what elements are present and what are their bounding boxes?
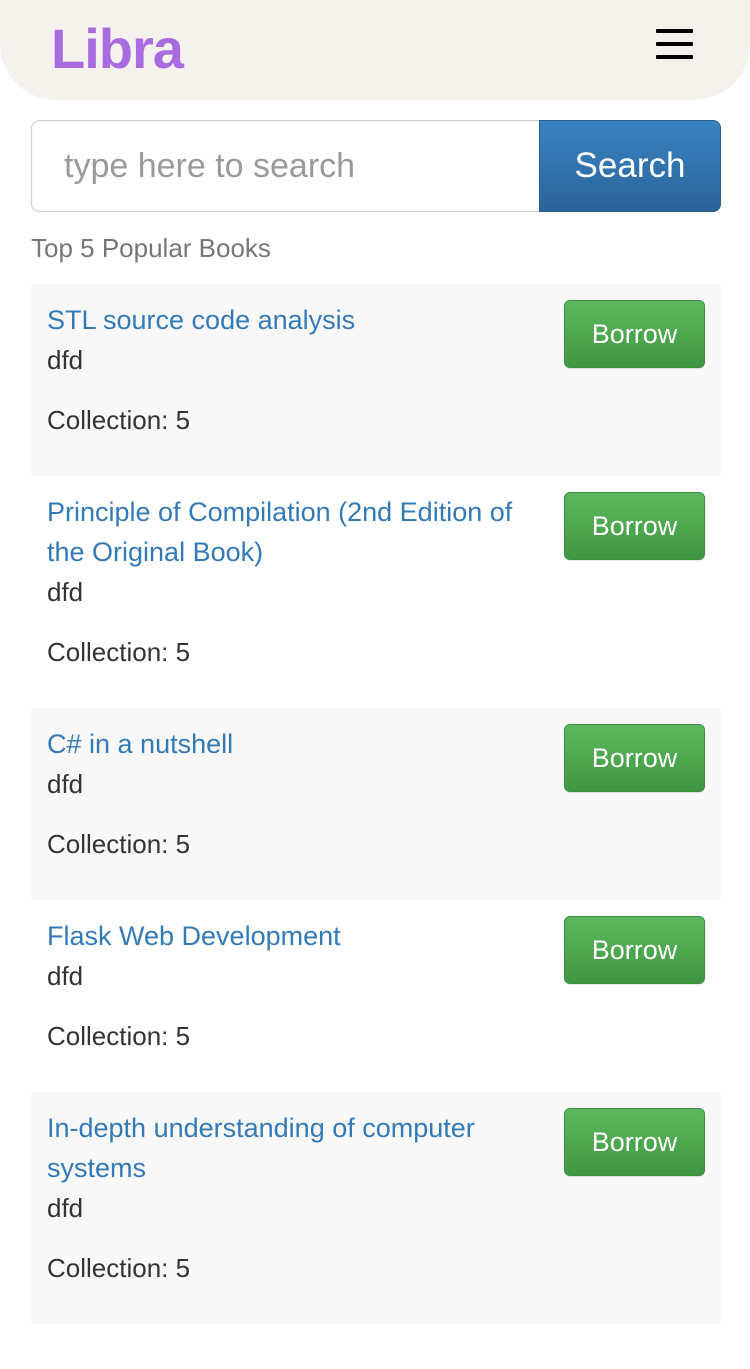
- borrow-button[interactable]: Borrow: [564, 916, 705, 984]
- book-item: Principle of Compilation (2nd Edition of…: [31, 476, 721, 708]
- book-author: dfd: [47, 577, 84, 607]
- book-collection: Collection: 5: [47, 1021, 191, 1051]
- book-item: C# in a nutshell dfd Collection: 5 Borro…: [31, 708, 721, 900]
- book-collection: Collection: 5: [47, 405, 191, 435]
- navbar: Libra: [0, 0, 750, 100]
- search-input[interactable]: [31, 120, 539, 212]
- menu-bar: [656, 55, 693, 59]
- section-title: Top 5 Popular Books: [31, 233, 271, 263]
- book-title-link[interactable]: STL source code analysis: [47, 300, 537, 340]
- search-form: Search: [31, 120, 721, 212]
- brand-logo[interactable]: Libra: [51, 14, 184, 84]
- book-item: Flask Web Development dfd Collection: 5 …: [31, 900, 721, 1092]
- borrow-button[interactable]: Borrow: [564, 300, 705, 368]
- menu-bar: [656, 29, 693, 33]
- book-collection: Collection: 5: [47, 637, 191, 667]
- borrow-button[interactable]: Borrow: [564, 492, 705, 560]
- borrow-button[interactable]: Borrow: [564, 724, 705, 792]
- book-collection: Collection: 5: [47, 829, 191, 859]
- hamburger-menu-icon[interactable]: [646, 24, 704, 66]
- book-title-link[interactable]: Principle of Compilation (2nd Edition of…: [47, 492, 537, 572]
- book-item: STL source code analysis dfd Collection:…: [31, 284, 721, 476]
- book-collection: Collection: 5: [47, 1253, 191, 1283]
- borrow-button[interactable]: Borrow: [564, 1108, 705, 1176]
- book-title-link[interactable]: Flask Web Development: [47, 916, 537, 956]
- book-author: dfd: [47, 1193, 84, 1223]
- menu-bar: [656, 42, 693, 46]
- book-list: STL source code analysis dfd Collection:…: [31, 284, 721, 1324]
- book-title-link[interactable]: In-depth understanding of computer syste…: [47, 1108, 537, 1188]
- search-button[interactable]: Search: [539, 120, 721, 212]
- book-item: In-depth understanding of computer syste…: [31, 1092, 721, 1324]
- book-title-link[interactable]: C# in a nutshell: [47, 724, 537, 764]
